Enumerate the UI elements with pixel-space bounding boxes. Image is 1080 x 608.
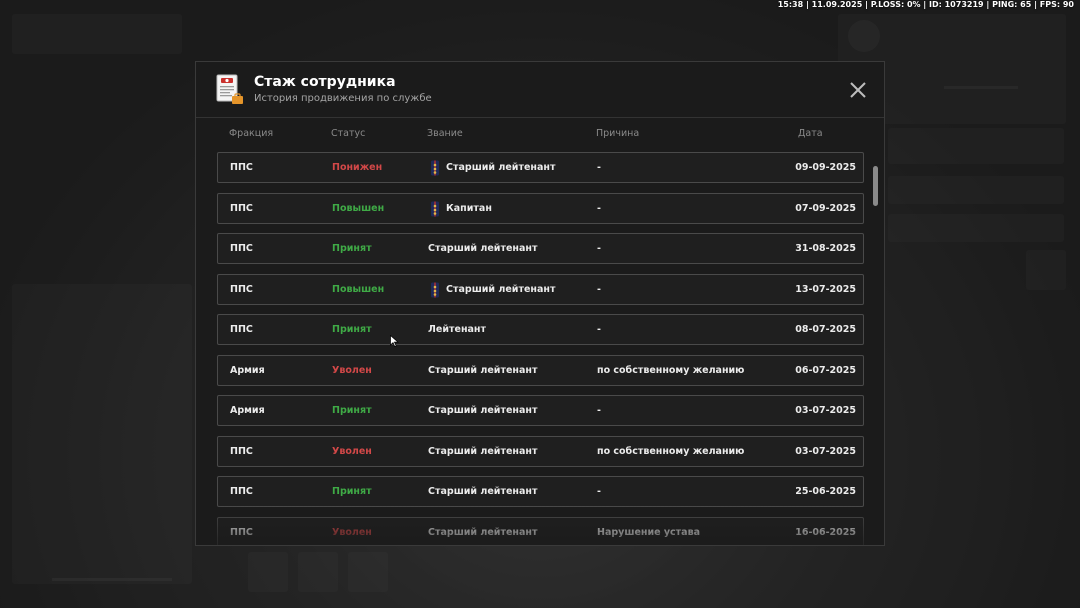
cell-status: Принят [332, 324, 372, 335]
cell-reason: по собственному желанию [597, 364, 745, 376]
table-row: Армия Уволен Старший лейтенант по собственн… [217, 354, 864, 386]
cell-rank: Старший лейтенант [428, 364, 538, 376]
cell-rank: Лейтенант [428, 324, 486, 335]
cell-rank: Старший лейтенант [428, 243, 538, 254]
cell-reason: - [597, 243, 601, 254]
cell-rank: Старший лейтенант [428, 445, 538, 457]
cell-date: 09-09-2025 [795, 162, 856, 173]
employee-tenure-modal: Стаж сотрудника История продвижения по с… [195, 61, 885, 546]
cell-rank: Капитан [446, 202, 492, 214]
cell-rank: Старший лейтенант [428, 405, 538, 416]
cell-faction: ППС [230, 486, 253, 497]
cell-status: Принят [332, 243, 372, 254]
table-row: ППС Уволен Старший лейтенант Нарушение уста… [217, 516, 864, 545]
table-row: ППС Уволен Старший лейтенант по собственном… [217, 435, 864, 467]
table-row: ППС Повышен Старший лейтенант - 13-07-2025 [217, 273, 864, 305]
cell-faction: Армия [230, 364, 265, 376]
cell-rank: Старший лейтенант [446, 162, 556, 173]
cell-status: Повышен [332, 202, 385, 214]
rank-epaulette-icon [431, 201, 439, 216]
cell-reason: - [597, 405, 601, 416]
cell-date: 08-07-2025 [795, 324, 856, 335]
cell-faction: Армия [230, 405, 265, 416]
cell-faction: ППС [230, 283, 253, 295]
mouse-cursor-icon [390, 335, 399, 347]
cell-faction: ППС [230, 243, 253, 254]
rank-epaulette-icon [431, 160, 439, 176]
cell-status: Принят [332, 486, 372, 497]
cell-date: 07-09-2025 [795, 202, 856, 214]
table-header: Фракция Статус Звание Причина Дата [196, 128, 884, 142]
rank-epaulette-icon [431, 282, 439, 297]
table-row: ППС Принят Старший лейтенант - 25-06-2025 [217, 476, 864, 507]
cell-status: Понижен [332, 162, 383, 173]
cell-reason: - [597, 202, 601, 214]
cell-faction: ППС [230, 526, 253, 538]
cell-date: 31-08-2025 [795, 243, 856, 254]
cell-reason: по собственному желанию [597, 445, 745, 457]
status-bar: 15:38 | 11.09.2025 | P.LOSS: 0% | ID: 10… [777, 0, 1074, 9]
cell-faction: ППС [230, 202, 253, 214]
column-header-date: Дата [798, 128, 823, 139]
cell-faction: ППС [230, 445, 253, 457]
cell-reason: - [597, 324, 601, 335]
cell-date: 13-07-2025 [795, 283, 856, 295]
cell-reason: - [597, 162, 601, 173]
cell-date: 16-06-2025 [795, 526, 856, 538]
modal-header: Стаж сотрудника История продвижения по с… [196, 62, 884, 118]
column-header-status: Статус [331, 128, 366, 139]
column-header-rank: Звание [427, 128, 463, 139]
cell-date: 25-06-2025 [795, 486, 856, 497]
cell-faction: ППС [230, 324, 253, 335]
modal-subtitle: История продвижения по службе [254, 93, 432, 104]
cell-status: Уволен [332, 364, 372, 376]
cell-rank: Старший лейтенант [428, 486, 538, 497]
document-icon [216, 74, 243, 104]
cell-reason: - [597, 486, 601, 497]
cell-date: 03-07-2025 [795, 405, 856, 416]
cell-status: Повышен [332, 283, 385, 295]
cell-rank: Старший лейтенант [446, 283, 556, 295]
scrollbar-track[interactable] [873, 162, 878, 537]
cell-status: Уволен [332, 526, 372, 538]
cell-date: 03-07-2025 [795, 445, 856, 457]
scrollbar-thumb[interactable] [873, 166, 878, 206]
cell-status: Принят [332, 405, 372, 416]
table-row: ППС Принят Лейтенант - 08-07-2025 [217, 314, 864, 345]
modal-title: Стаж сотрудника [254, 74, 396, 90]
cell-reason: - [597, 283, 601, 295]
table-row: Армия Принят Старший лейтенант - 03-07-2025 [217, 395, 864, 426]
table-row: ППС Понижен Старший лейтенант - 09-09-2025 [217, 152, 864, 183]
cell-status: Уволен [332, 445, 372, 457]
table-row: ППС Повышен Капитан - 07-09-2025 [217, 192, 864, 224]
cell-date: 06-07-2025 [795, 364, 856, 376]
column-header-faction: Фракция [229, 128, 274, 139]
cell-faction: ППС [230, 162, 253, 173]
cell-rank: Старший лейтенант [428, 526, 538, 538]
close-icon[interactable] [848, 80, 868, 100]
column-header-reason: Причина [596, 128, 640, 139]
cell-reason: Нарушение устава [597, 526, 701, 538]
table-row: ППС Принят Старший лейтенант - 31-08-2025 [217, 233, 864, 264]
